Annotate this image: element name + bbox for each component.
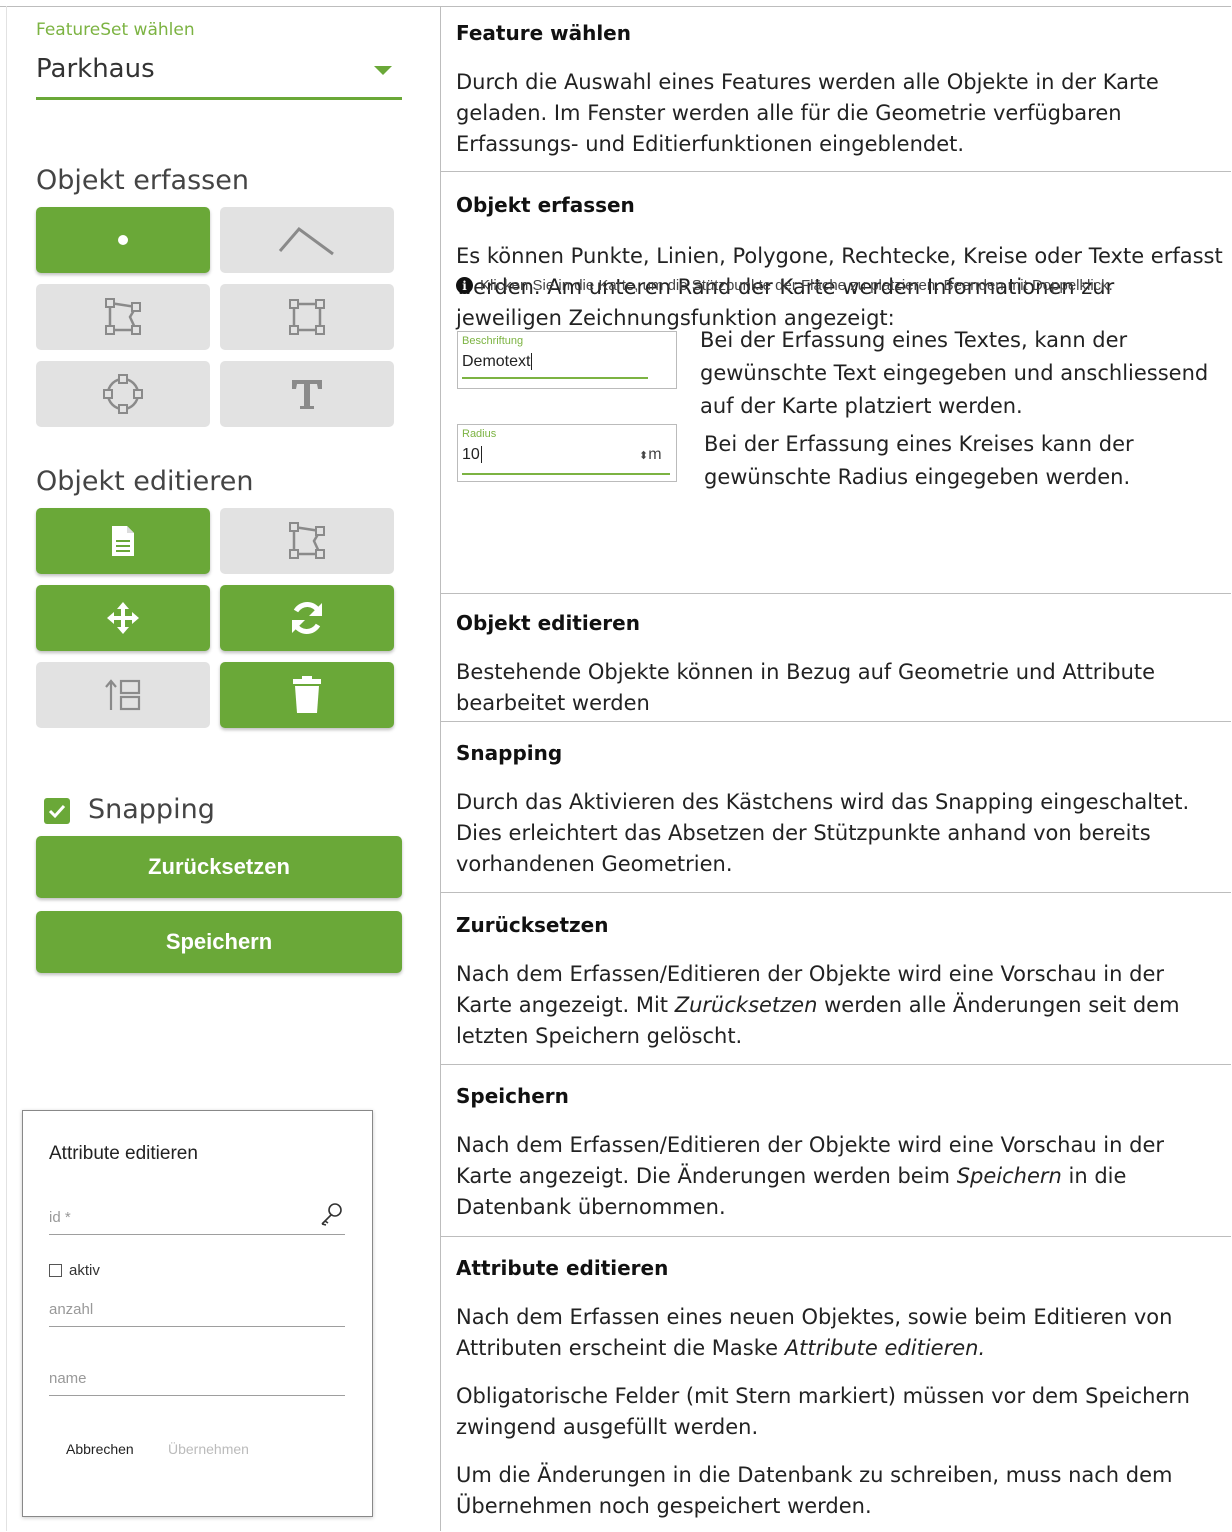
row-heading: Objekt erfassen: [456, 193, 635, 217]
aktiv-label: aktiv: [69, 1262, 100, 1279]
label-field-label: Beschriftung: [462, 335, 524, 347]
text-caret: [531, 353, 533, 371]
text-icon: [292, 380, 322, 409]
draw-point-button[interactable]: [36, 207, 210, 273]
document-icon: [112, 526, 134, 556]
radius-field-value: 10: [462, 446, 480, 463]
featureset-label: FeatureSet wählen: [36, 20, 195, 40]
snapping-label: Snapping: [88, 794, 215, 825]
aktiv-checkbox[interactable]: aktiv: [49, 1262, 100, 1279]
label-text-field[interactable]: Beschriftung Demotext: [457, 331, 677, 389]
row-text: Durch das Aktivieren des Kästchens wird …: [456, 790, 1190, 876]
order-icon: [105, 679, 141, 711]
radius-field-value-wrap: 10: [462, 446, 482, 464]
text-emphasis: Attribute editieren.: [784, 1336, 986, 1360]
move-icon: [107, 602, 139, 634]
point-icon: [118, 235, 128, 245]
change-order-button[interactable]: [36, 662, 210, 728]
rotate-icon: [292, 602, 322, 634]
row-text: Obligatorische Felder (mit Stern markier…: [456, 1384, 1190, 1439]
text-capture-description: Bei der Erfassung eines Textes, kann der…: [700, 328, 1209, 418]
row-heading: Speichern: [456, 1084, 569, 1108]
draw-hint-text: Klicken Sie in die Karte, um die Stützpu…: [480, 277, 1113, 294]
row-snapping: Snapping Durch das Aktivieren des Kästch…: [441, 722, 1231, 893]
row-text: Um die Änderungen in die Datenbank zu sc…: [456, 1463, 1173, 1518]
stepper-icon: ⬍: [639, 450, 649, 462]
text-caret: [480, 446, 482, 464]
rotate-button[interactable]: [220, 585, 394, 651]
id-placeholder: id *: [49, 1209, 71, 1226]
label-field-value: Demotext: [462, 353, 531, 370]
rectangle-icon: [289, 299, 325, 335]
move-button[interactable]: [36, 585, 210, 651]
delete-button[interactable]: [220, 662, 394, 728]
row-heading: Zurücksetzen: [456, 913, 609, 937]
info-icon: i: [456, 277, 473, 294]
reset-button[interactable]: Zurücksetzen: [36, 836, 402, 898]
draw-hint: i Klicken Sie in die Karte, um die Stütz…: [456, 277, 1113, 294]
dropdown-arrow-icon[interactable]: [374, 66, 392, 75]
attribute-dialog: Attribute editieren id * aktiv anzahl na…: [22, 1110, 373, 1517]
check-icon: [48, 804, 66, 819]
apply-button[interactable]: Übernehmen: [168, 1441, 249, 1457]
checkbox-icon: [49, 1264, 62, 1277]
capture-section-title: Objekt erfassen: [36, 165, 249, 196]
trash-icon: [293, 676, 321, 713]
name-field[interactable]: name: [49, 1370, 345, 1396]
polygon-icon: [105, 298, 141, 335]
circle-icon: [103, 374, 143, 414]
row-text: Nach dem Erfassen/Editieren der Objekte …: [456, 1130, 1226, 1223]
row-feature: Feature wählen Durch die Auswahl eines F…: [441, 6, 1231, 172]
circle-capture-description: Bei der Erfassung eines Kreises kann der…: [704, 432, 1134, 489]
label-field-value-wrap: Demotext: [462, 353, 533, 371]
editor-panel: FeatureSet wählen Parkhaus Objekt erfass…: [0, 0, 440, 1531]
draw-polygon-button[interactable]: [36, 284, 210, 350]
row-text: Nach dem Erfassen eines neuen Objektes, …: [456, 1302, 1226, 1364]
row-attributes: Attribute editieren Nach dem Erfassen ei…: [441, 1237, 1231, 1531]
edit-section-title: Objekt editieren: [36, 466, 254, 497]
name-placeholder: name: [49, 1370, 87, 1387]
field-underline: [462, 473, 670, 475]
field-underline: [462, 377, 648, 379]
dialog-title: Attribute editieren: [49, 1143, 198, 1164]
featureset-underline: [36, 97, 402, 100]
id-field[interactable]: id *: [49, 1203, 345, 1235]
text-emphasis: Speichern: [956, 1164, 1062, 1188]
draw-line-button[interactable]: [220, 207, 394, 273]
radius-stepper[interactable]: ⬍m: [639, 446, 662, 464]
text-emphasis: Zurücksetzen: [674, 993, 818, 1017]
description-column: Feature wählen Durch die Auswahl eines F…: [441, 6, 1231, 1531]
featureset-select[interactable]: Parkhaus: [36, 54, 155, 84]
draw-rectangle-button[interactable]: [220, 284, 394, 350]
row-heading: Snapping: [456, 741, 563, 765]
draw-circle-button[interactable]: [36, 361, 210, 427]
row-heading: Feature wählen: [456, 21, 631, 45]
radius-field-label: Radius: [462, 428, 497, 440]
row-heading: Objekt editieren: [456, 611, 640, 635]
anzahl-field[interactable]: anzahl: [49, 1301, 345, 1327]
row-heading: Attribute editieren: [456, 1256, 669, 1280]
save-button[interactable]: Speichern: [36, 911, 402, 973]
cancel-button[interactable]: Abbrechen: [66, 1441, 134, 1457]
row-capture: Objekt erfassen Es können Punkte, Linien…: [441, 172, 1231, 594]
row-text: Durch die Auswahl eines Features werden …: [456, 70, 1159, 156]
line-icon: [278, 226, 334, 256]
vertex-edit-icon: [289, 522, 325, 559]
row-edit: Objekt editieren Bestehende Objekte könn…: [441, 594, 1231, 722]
anzahl-placeholder: anzahl: [49, 1301, 94, 1318]
row-save: Speichern Nach dem Erfassen/Editieren de…: [441, 1065, 1231, 1237]
row-reset: Zurücksetzen Nach dem Erfassen/Editieren…: [441, 893, 1231, 1065]
radius-unit: m: [648, 446, 662, 463]
row-text: Bestehende Objekte können in Bezug auf G…: [456, 660, 1156, 715]
edit-vertices-button[interactable]: [220, 508, 394, 574]
key-icon: [319, 1201, 345, 1231]
radius-field[interactable]: Radius 10 ⬍m: [457, 424, 677, 482]
snapping-checkbox[interactable]: [44, 798, 70, 824]
edit-attributes-button[interactable]: [36, 508, 210, 574]
row-text: Nach dem Erfassen/Editieren der Objekte …: [456, 959, 1226, 1052]
draw-text-button[interactable]: [220, 361, 394, 427]
